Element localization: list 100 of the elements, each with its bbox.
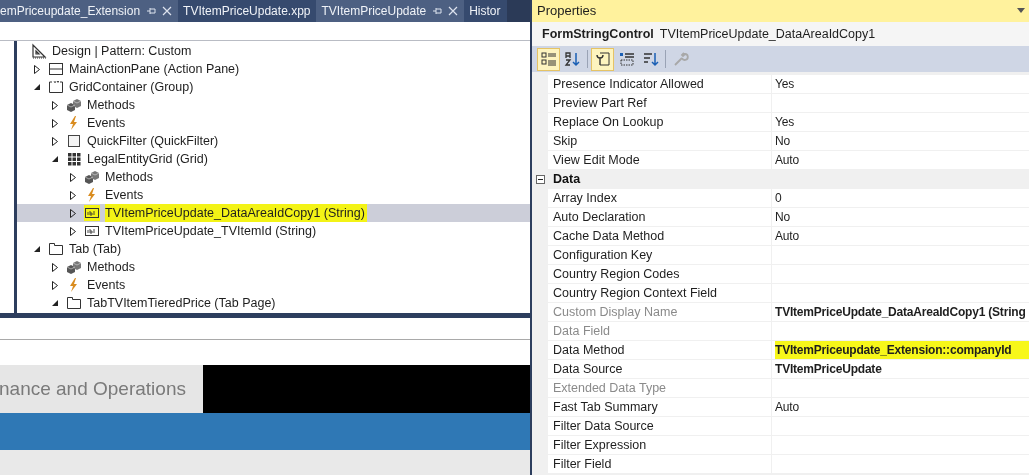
tree-item-label: Events [87, 276, 126, 294]
expanded-arrow-icon[interactable] [33, 83, 41, 91]
property-name[interactable]: Country Region Context Field [548, 284, 772, 303]
value-cell[interactable]: No [772, 132, 1029, 151]
tab-label: TVItemPriceUpdate.xpp [183, 3, 311, 20]
tree-item[interactable]: QuickFilter (QuickFilter) [17, 132, 530, 150]
value-cell[interactable]: Yes [772, 75, 1029, 94]
tree-item[interactable]: Methods [17, 168, 530, 186]
pin-icon[interactable] [432, 6, 443, 16]
property-name[interactable]: Data Source [548, 360, 772, 379]
property-name[interactable]: Filter Expression [548, 436, 772, 455]
text-field-icon [84, 205, 100, 221]
editor-tab[interactable]: emPriceupdate_Extension [0, 0, 179, 22]
value-cell[interactable]: Yes [772, 113, 1029, 132]
tree-item-label: Methods [87, 258, 135, 276]
property-name[interactable]: Cache Data Method [548, 227, 772, 246]
cubes-icon [66, 97, 82, 113]
property-page-icon [593, 50, 612, 68]
tree-item[interactable]: Methods [17, 258, 530, 276]
list-sort-icon [641, 50, 660, 68]
tree-item[interactable]: MainActionPane (Action Pane) [17, 60, 530, 78]
text-field-icon [84, 223, 100, 239]
tree-item[interactable]: TVItemPriceUpdate_DataAreaIdCopy1 (String) [17, 204, 530, 222]
tree-item[interactable]: Methods [17, 96, 530, 114]
sort-az-icon [563, 50, 582, 68]
property-name[interactable]: Array Index [548, 189, 772, 208]
tree-item-label: Tab (Tab) [69, 240, 122, 258]
property-value: Auto [775, 399, 799, 416]
value-cell[interactable] [772, 322, 1029, 341]
tree-item[interactable]: Events [17, 114, 530, 132]
categorized-icon [539, 50, 558, 68]
expanded-arrow-icon[interactable] [51, 299, 59, 307]
value-cell[interactable]: Auto [772, 227, 1029, 246]
pane-icon [48, 61, 64, 77]
property-name[interactable]: Country Region Codes [548, 265, 772, 284]
cubes-icon [84, 169, 100, 185]
collapsed-arrow-icon[interactable] [33, 64, 41, 74]
tree-item[interactable]: Design | Pattern: Custom [17, 42, 530, 60]
panel-title: Properties [537, 2, 598, 21]
property-name[interactable]: View Edit Mode [548, 151, 772, 170]
value-cell[interactable]: Auto [772, 151, 1029, 170]
close-icon[interactable] [162, 6, 173, 16]
tree-item[interactable]: Tab (Tab) [17, 240, 530, 258]
property-value: Yes [775, 114, 794, 131]
editor-tab[interactable]: Histor [464, 0, 507, 22]
tree-item[interactable]: LegalEntityGrid (Grid) [17, 150, 530, 168]
expanded-arrow-icon[interactable] [33, 245, 41, 253]
editor-tab[interactable]: TVItemPriceUpdate [316, 0, 465, 22]
property-value: No [775, 133, 790, 150]
tree-item-label: TVItemPriceUpdate_DataAreaIdCopy1 (String) [105, 203, 367, 223]
tree-item[interactable]: TabTVItemTieredPrice (Tab Page) [17, 294, 530, 312]
property-name[interactable]: Auto Declaration [548, 208, 772, 227]
dropdown-icon[interactable] [1017, 8, 1025, 14]
property-name[interactable]: Fast Tab Summary [548, 398, 772, 417]
collapse-icon[interactable] [535, 174, 545, 184]
tree-item-label: LegalEntityGrid (Grid) [87, 150, 208, 168]
property-name[interactable]: Presence Indicator Allowed [548, 75, 772, 94]
tab-label: TVItemPriceUpdate [321, 3, 427, 20]
value-cell[interactable]: 0 [772, 189, 1029, 208]
folder-tab-icon [48, 241, 64, 257]
property-name[interactable]: Data Method [548, 341, 772, 360]
tree-item-label: Design | Pattern: Custom [52, 42, 192, 60]
property-name[interactable]: Filter Field [548, 455, 772, 474]
object-type: FormStringControl [542, 25, 654, 43]
expand-rows-icon [617, 50, 636, 68]
editor-tab[interactable]: TVItemPriceUpdate.xpp [178, 0, 317, 22]
grid-icon [66, 151, 82, 167]
property-value: Yes [775, 76, 794, 93]
expanded-arrow-icon[interactable] [51, 155, 59, 163]
tree-item-label: TVItemPriceUpdate_TVItemId (String) [105, 222, 317, 240]
toolbar-button[interactable] [591, 47, 614, 71]
tab-label: Histor [469, 3, 501, 20]
tree-item[interactable]: TVItemPriceUpdate_TVItemId (String) [17, 222, 530, 240]
square-icon [66, 133, 82, 149]
group-icon [48, 79, 64, 95]
property-value: 0 [775, 190, 782, 207]
tree-item[interactable]: Events [17, 186, 530, 204]
tree-item-label: Methods [87, 96, 135, 114]
property-name[interactable]: Skip [548, 132, 772, 151]
tree-item-label: GridContainer (Group) [69, 78, 194, 96]
tree-item[interactable]: GridContainer (Group) [17, 78, 530, 96]
property-name[interactable]: Preview Part Ref [548, 94, 772, 113]
value-cell[interactable]: Auto [772, 398, 1029, 417]
property-value: No [775, 209, 790, 226]
property-value: Auto [775, 228, 799, 245]
tree-item-label: MainActionPane (Action Pane) [69, 60, 240, 78]
value-cell[interactable]: TVItemPriceUpdate [772, 360, 1029, 379]
tree-item-label: Methods [105, 168, 153, 186]
tree-item-label: QuickFilter (QuickFilter) [87, 132, 219, 150]
app-title: nance and Operations [0, 376, 186, 401]
close-icon[interactable] [448, 6, 459, 16]
property-name[interactable]: Configuration Key [548, 246, 772, 265]
property-name[interactable]: Filter Data Source [548, 417, 772, 436]
tree-item[interactable]: Events [17, 276, 530, 294]
value-cell[interactable]: No [772, 208, 1029, 227]
pin-icon[interactable] [146, 6, 157, 16]
property-name[interactable]: Replace On Lookup [548, 113, 772, 132]
property-value: Auto [775, 152, 799, 169]
folder-tab-icon [66, 295, 82, 311]
property-value: TVItemPriceUpdate [775, 361, 882, 378]
